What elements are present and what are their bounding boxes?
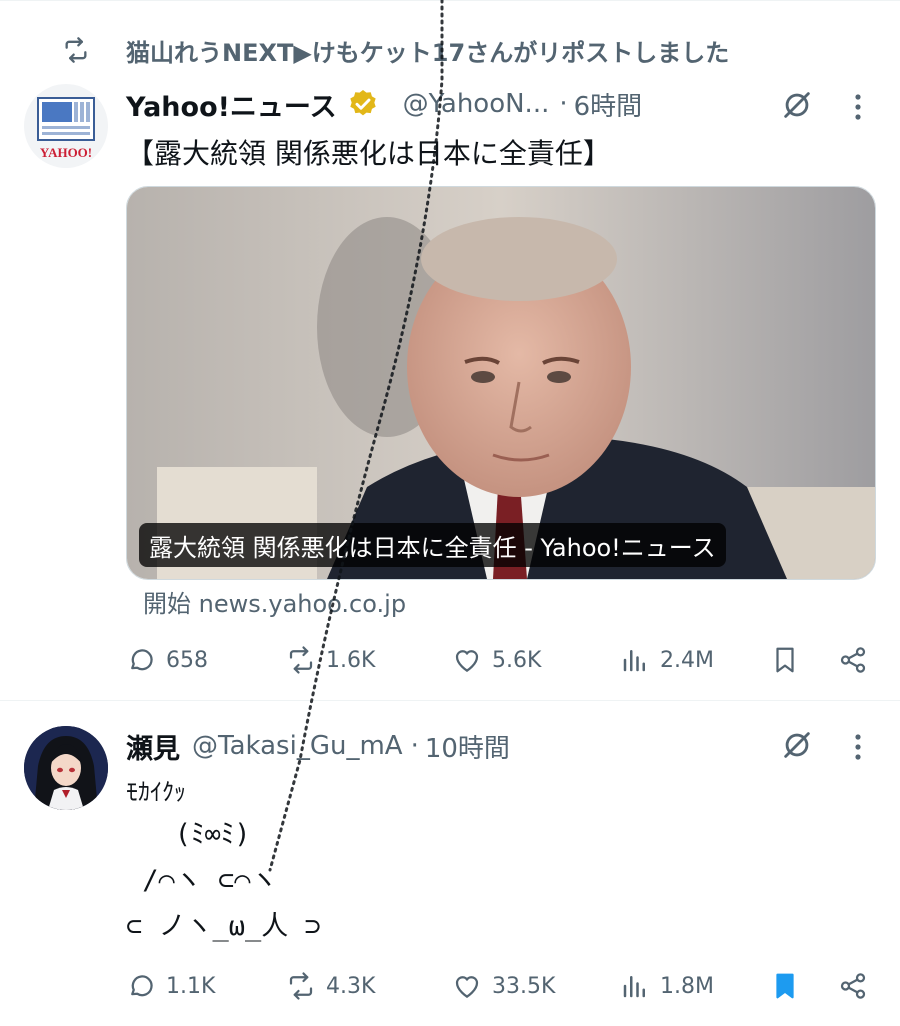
reply-button[interactable]: 1.1K xyxy=(126,966,215,1006)
like-button[interactable]: 33.5K xyxy=(452,966,555,1006)
tweet-text: 【露大統領 関係悪化は日本に全責任】 xyxy=(126,137,611,170)
share-icon xyxy=(840,647,866,673)
views-button[interactable]: 1.8M xyxy=(620,966,714,1006)
repost-button[interactable]: 4.3K xyxy=(286,966,375,1006)
share-icon xyxy=(840,973,866,999)
yahoo-logo-text: YAHOO! xyxy=(40,145,92,160)
repost-banner-text: 猫山れうNEXT▶けもケット17さんがリポストしました xyxy=(126,38,730,67)
like-icon xyxy=(455,976,479,998)
author-name[interactable]: 瀬見 xyxy=(126,727,180,766)
tweet-actions: 658 1.6K 5.6K 2.4M xyxy=(126,640,874,680)
grok-icon[interactable] xyxy=(780,88,814,122)
ascii-art-line: /⌒ヽ ⊂⌒ヽ xyxy=(126,865,278,896)
tweet-header: 瀬見 @Takasi_Gu_mA · 10時間 xyxy=(126,724,510,768)
share-button[interactable] xyxy=(838,966,868,1006)
verified-badge-icon xyxy=(349,90,376,116)
author-avatar[interactable]: YAHOO! xyxy=(24,84,108,168)
repost-button[interactable]: 1.6K xyxy=(286,640,375,680)
yahoo-news-logo-icon: YAHOO! xyxy=(37,97,95,160)
share-button[interactable] xyxy=(838,640,868,680)
views-count: 1.8M xyxy=(660,973,714,999)
author-handle[interactable]: @Takasi_Gu_mA xyxy=(192,731,403,761)
bookmark-button[interactable] xyxy=(770,966,800,1006)
ascii-art-line: ⊂ ノヽ_ω_人 ⊃ xyxy=(126,911,321,942)
link-card-image[interactable]: 露大統領 関係悪化は日本に全責任 - Yahoo!ニュース xyxy=(126,186,876,580)
link-source-domain[interactable]: 開始 news.yahoo.co.jp xyxy=(143,584,406,619)
tweet-actions: 1.1K 4.3K 33.5K 1.8M xyxy=(126,966,874,1006)
reply-icon xyxy=(131,975,153,997)
repost-count: 4.3K xyxy=(326,973,376,999)
grok-icon[interactable] xyxy=(780,728,814,762)
bookmark-icon xyxy=(776,647,794,673)
news-photo xyxy=(127,187,875,579)
bookmark-icon xyxy=(776,973,794,999)
reply-count: 658 xyxy=(166,647,208,673)
views-count: 2.4M xyxy=(660,647,714,673)
reply-count: 1.1K xyxy=(166,973,216,999)
author-avatar[interactable] xyxy=(24,726,108,810)
repost-icon xyxy=(289,972,313,1000)
views-button[interactable]: 2.4M xyxy=(620,640,714,680)
repost-banner[interactable]: 猫山れうNEXT▶けもケット17さんがリポストしました xyxy=(62,30,729,70)
author-name[interactable]: Yahoo!ニュース xyxy=(126,85,337,124)
like-count: 33.5K xyxy=(492,973,556,999)
ascii-art-line: (ﾐ∞ﾐ) xyxy=(126,819,251,850)
top-divider xyxy=(0,0,900,1)
like-icon xyxy=(455,650,479,672)
tweet-divider xyxy=(0,700,900,701)
anime-girl-avatar xyxy=(24,726,108,810)
post-time[interactable]: 6時間 xyxy=(574,86,643,123)
ascii-art: (ﾐ∞ﾐ) /⌒ヽ ⊂⌒ヽ ⊂ ノヽ_ω_人 ⊃ xyxy=(126,812,321,950)
tweet-header: Yahoo!ニュース @YahooN... · 6時間 xyxy=(126,82,642,126)
views-icon xyxy=(623,976,645,998)
bookmark-button[interactable] xyxy=(770,640,800,680)
like-count: 5.6K xyxy=(492,647,542,673)
views-icon xyxy=(623,650,645,672)
repost-icon xyxy=(289,646,313,674)
author-handle[interactable]: @YahooN... xyxy=(403,89,550,119)
link-card-title: 露大統領 関係悪化は日本に全責任 - Yahoo!ニュース xyxy=(139,523,726,567)
more-icon[interactable] xyxy=(853,92,863,122)
tweet-text: ﾓｶｲｸｯ xyxy=(126,778,186,806)
separator-dot: · xyxy=(559,89,568,119)
separator-dot: · xyxy=(410,731,419,761)
repost-icon xyxy=(65,37,87,63)
like-button[interactable]: 5.6K xyxy=(452,640,541,680)
reply-button[interactable]: 658 xyxy=(126,640,208,680)
reply-icon xyxy=(131,649,153,671)
more-icon[interactable] xyxy=(853,732,863,762)
post-time[interactable]: 10時間 xyxy=(425,728,510,765)
repost-count: 1.6K xyxy=(326,647,376,673)
